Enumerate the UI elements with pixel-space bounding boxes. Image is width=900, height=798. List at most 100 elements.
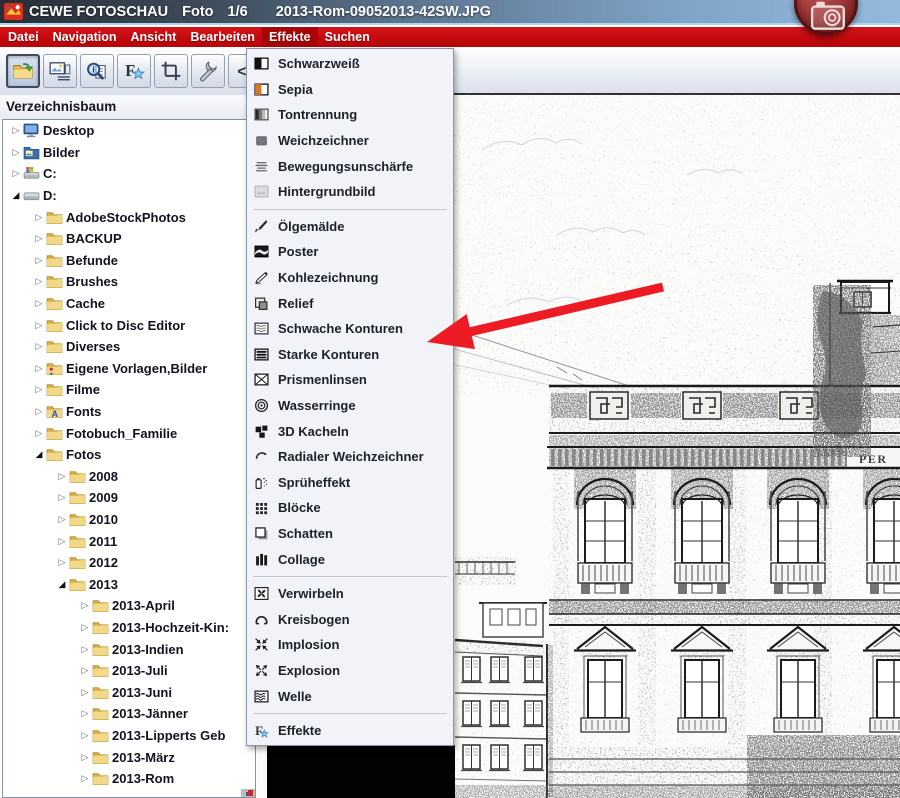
expand-arrow-icon[interactable]: ▷ — [55, 536, 69, 547]
menu-item-implosion[interactable]: Implosion — [247, 632, 453, 658]
menu-item-radialer-weichzeichner[interactable]: Radialer Weichzeichner — [247, 444, 453, 470]
tree-item-adobestockphotos[interactable]: ▷AdobeStockPhotos — [3, 206, 255, 228]
expand-arrow-icon[interactable]: ▷ — [78, 730, 92, 741]
tree-item-brushes[interactable]: ▷Brushes — [3, 271, 255, 293]
tree-item-2008[interactable]: ▷2008 — [3, 466, 255, 488]
tree-item-cache[interactable]: ▷Cache — [3, 293, 255, 315]
expand-arrow-icon[interactable]: ▷ — [55, 514, 69, 525]
expand-arrow-icon[interactable]: ▷ — [78, 622, 92, 633]
tree-item-2013-juni[interactable]: ▷2013-Juni — [3, 681, 255, 703]
menu-item-verwirbeln[interactable]: Verwirbeln — [247, 581, 453, 607]
expand-arrow-icon[interactable]: ▷ — [78, 773, 92, 784]
menu-item-weichzeichner[interactable]: Weichzeichner — [247, 128, 453, 154]
expand-arrow-icon[interactable]: ▷ — [32, 233, 46, 244]
menubar-item-bearbeiten[interactable]: Bearbeiten — [183, 27, 262, 47]
toolbar-wrench-button[interactable] — [191, 54, 225, 88]
menu-item-prismenlinsen[interactable]: Prismenlinsen — [247, 367, 453, 393]
menu-item-3d-kacheln[interactable]: 3D Kacheln — [247, 418, 453, 444]
menu-item-starke-konturen[interactable]: Starke Konturen — [247, 342, 453, 368]
menu-item-relief[interactable]: Relief — [247, 290, 453, 316]
expand-arrow-icon[interactable]: ▷ — [32, 384, 46, 395]
expand-arrow-icon[interactable]: ▷ — [32, 212, 46, 223]
expand-arrow-icon[interactable]: ▷ — [55, 492, 69, 503]
expand-arrow-icon[interactable]: ▷ — [78, 644, 92, 655]
tree-item-c[interactable]: ▷C: — [3, 163, 255, 185]
toolbar-crop-button[interactable] — [154, 54, 188, 88]
toolbar-search-info-button[interactable]: i — [80, 54, 114, 88]
menubar-item-datei[interactable]: Datei — [1, 27, 46, 47]
tree-item-d[interactable]: ◢D: — [3, 185, 255, 207]
expand-arrow-icon[interactable]: ▷ — [32, 363, 46, 374]
menu-item-hintergrundbild[interactable]: Hintergrundbild — [247, 179, 453, 205]
expand-arrow-icon[interactable]: ▷ — [55, 557, 69, 568]
menu-item-wasserringe[interactable]: Wasserringe — [247, 393, 453, 419]
tree-item-fotos[interactable]: ◢Fotos — [3, 444, 255, 466]
tree-item-befunde[interactable]: ▷Befunde — [3, 250, 255, 272]
expand-arrow-icon[interactable]: ▷ — [9, 168, 23, 179]
menu-item-schwache-konturen[interactable]: Schwache Konturen — [247, 316, 453, 342]
menubar-item-effekte[interactable]: Effekte — [262, 27, 318, 47]
tree-item-2013-juli[interactable]: ▷2013-Juli — [3, 660, 255, 682]
expand-arrow-icon[interactable]: ▷ — [78, 752, 92, 763]
menu-item-tontrennung[interactable]: Tontrennung — [247, 102, 453, 128]
menubar-item-navigation[interactable]: Navigation — [46, 27, 124, 47]
tree-item-diverses[interactable]: ▷Diverses — [3, 336, 255, 358]
menu-item-schwarzweiss[interactable]: Schwarzweiß — [247, 51, 453, 77]
expand-arrow-icon[interactable]: ▷ — [55, 471, 69, 482]
menu-item-bloecke[interactable]: Blöcke — [247, 495, 453, 521]
menu-item-welle[interactable]: Welle — [247, 683, 453, 709]
tree-item-backup[interactable]: ▷BACKUP — [3, 228, 255, 250]
expand-arrow-icon[interactable]: ▷ — [32, 298, 46, 309]
menu-item-sepia[interactable]: Sepia — [247, 77, 453, 103]
toolbar-slideshow-button[interactable] — [43, 54, 77, 88]
menu-item-collage[interactable]: Collage — [247, 546, 453, 572]
menu-item-kreisbogen[interactable]: Kreisbogen — [247, 606, 453, 632]
expand-arrow-icon[interactable]: ▷ — [32, 406, 46, 417]
tree-item-2013-rom[interactable]: ▷2013-Rom — [3, 768, 255, 790]
toolbar-open-folder-button[interactable] — [6, 54, 40, 88]
menu-item-bewegungsunschaerfe[interactable]: Bewegungsunschärfe — [247, 153, 453, 179]
expand-arrow-icon[interactable]: ▷ — [32, 320, 46, 331]
menu-item-effekte[interactable]: FEffekte — [247, 718, 453, 744]
expand-arrow-icon[interactable]: ▷ — [78, 600, 92, 611]
expand-arrow-icon[interactable]: ▷ — [32, 276, 46, 287]
menu-item-sprueheffekt[interactable]: Sprüheffekt — [247, 470, 453, 496]
tree-item-bilder[interactable]: ▷Bilder — [3, 142, 255, 164]
collapse-arrow-icon[interactable]: ◢ — [55, 579, 69, 590]
expand-arrow-icon[interactable]: ▷ — [32, 255, 46, 266]
tree-item-2013-j-nner[interactable]: ▷2013-Jänner — [3, 703, 255, 725]
menu-item-explosion[interactable]: Explosion — [247, 658, 453, 684]
expand-arrow-icon[interactable]: ▷ — [78, 708, 92, 719]
tree-item-2010[interactable]: ▷2010 — [3, 509, 255, 531]
tree-item-2013-april[interactable]: ▷2013-April — [3, 595, 255, 617]
menu-item-oelgemaelde[interactable]: Ölgemälde — [247, 214, 453, 240]
tree-item-2013-hochzeit-kin[interactable]: ▷2013-Hochzeit-Kin: — [3, 617, 255, 639]
tree-item-2013[interactable]: ◢2013 — [3, 573, 255, 595]
collapse-arrow-icon[interactable]: ◢ — [32, 449, 46, 460]
tree-item-desktop[interactable]: ▷Desktop — [3, 120, 255, 142]
tree-item-2013-m-rz[interactable]: ▷2013-März — [3, 746, 255, 768]
collapse-arrow-icon[interactable]: ◢ — [9, 190, 23, 201]
tree-item-eigene-vorlagen-bilder[interactable]: ▷Eigene Vorlagen,Bilder — [3, 358, 255, 380]
tree-item-2013-indien[interactable]: ▷2013-Indien — [3, 638, 255, 660]
tree-item-2011[interactable]: ▷2011 — [3, 530, 255, 552]
expand-arrow-icon[interactable]: ▷ — [32, 428, 46, 439]
tree-item-2012[interactable]: ▷2012 — [3, 552, 255, 574]
tree-item-filme[interactable]: ▷Filme — [3, 379, 255, 401]
expand-arrow-icon[interactable]: ▷ — [32, 341, 46, 352]
tree-partial-selected-row[interactable] — [241, 789, 256, 797]
expand-arrow-icon[interactable]: ▷ — [9, 147, 23, 158]
tree-item-click-to-disc-editor[interactable]: ▷Click to Disc Editor — [3, 314, 255, 336]
menubar-item-ansicht[interactable]: Ansicht — [123, 27, 183, 47]
tree-item-2013-lipperts-geb[interactable]: ▷2013-Lipperts Geb — [3, 725, 255, 747]
menu-item-kohlezeichnung[interactable]: Kohlezeichnung — [247, 265, 453, 291]
tree-item-fotobuch-familie[interactable]: ▷Fotobuch_Familie — [3, 422, 255, 444]
expand-arrow-icon[interactable]: ▷ — [78, 665, 92, 676]
tree-item-2009[interactable]: ▷2009 — [3, 487, 255, 509]
menubar-item-suchen[interactable]: Suchen — [318, 27, 377, 47]
menu-item-poster[interactable]: Poster — [247, 239, 453, 265]
menu-item-schatten[interactable]: Schatten — [247, 521, 453, 547]
expand-arrow-icon[interactable]: ▷ — [9, 125, 23, 136]
tree-item-fonts[interactable]: ▷AFonts — [3, 401, 255, 423]
toolbar-effects-f-button[interactable]: F — [117, 54, 151, 88]
